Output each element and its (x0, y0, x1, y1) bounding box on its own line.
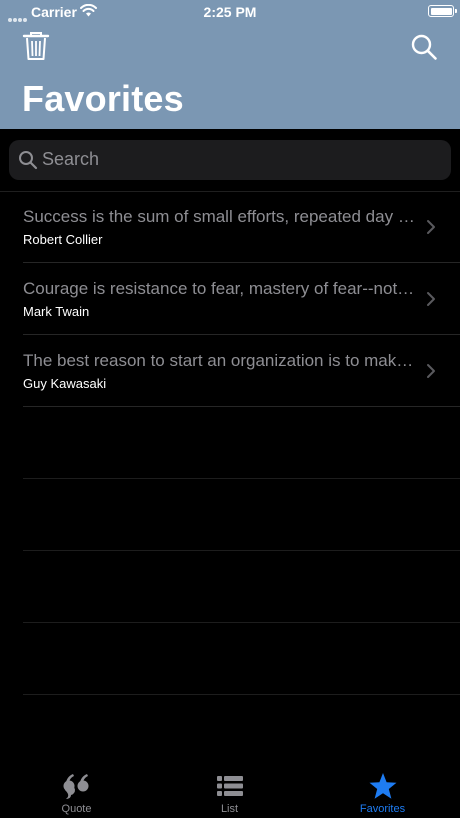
quote-text: The best reason to start an organization… (23, 351, 417, 370)
quote-author: Mark Twain (23, 304, 90, 319)
tab-bar: Quote List Favorites (0, 760, 460, 818)
empty-row-separator (0, 479, 460, 551)
status-time: 2:25 PM (203, 4, 257, 20)
empty-row-separator (0, 623, 460, 695)
search-input[interactable]: Search (9, 140, 451, 180)
chevron-right-icon (427, 220, 435, 234)
quote-icon (63, 774, 88, 799)
quote-author: Robert Collier (23, 232, 103, 247)
empty-list-area (0, 407, 460, 695)
list-item[interactable]: Courage is resistance to fear, mastery o… (0, 263, 460, 335)
tab-label: Quote (61, 803, 92, 815)
navigation-header: Carrier 2:25 PM Favorites (0, 0, 460, 129)
tab-label: Favorites (359, 803, 406, 815)
chevron-right-icon (427, 292, 435, 306)
search-placeholder: Search (42, 149, 100, 169)
tab-favorites[interactable]: Favorites (306, 760, 459, 818)
search-icon[interactable] (410, 33, 438, 61)
quote-author: Guy Kawasaki (23, 376, 107, 391)
chevron-right-icon (427, 364, 435, 378)
quote-text: Courage is resistance to fear, mastery o… (23, 279, 417, 298)
tab-quote[interactable]: Quote (0, 760, 153, 818)
star-icon (369, 773, 396, 799)
list-item[interactable]: Success is the sum of small efforts, rep… (0, 191, 460, 263)
list-icon (216, 776, 243, 796)
tab-list[interactable]: List (153, 760, 306, 818)
list-item[interactable]: The best reason to start an organization… (0, 335, 460, 407)
favorites-list: Success is the sum of small efforts, rep… (0, 191, 460, 407)
empty-row-separator (0, 551, 460, 623)
trash-icon[interactable] (22, 31, 50, 61)
battery-icon (428, 5, 457, 17)
magnifier-icon (19, 151, 38, 170)
page-title: Favorites (22, 78, 184, 119)
empty-row-separator (0, 407, 460, 479)
tab-label: List (220, 803, 239, 815)
quote-text: Success is the sum of small efforts, rep… (23, 207, 417, 226)
status-bar: Carrier 2:25 PM (0, 0, 460, 24)
